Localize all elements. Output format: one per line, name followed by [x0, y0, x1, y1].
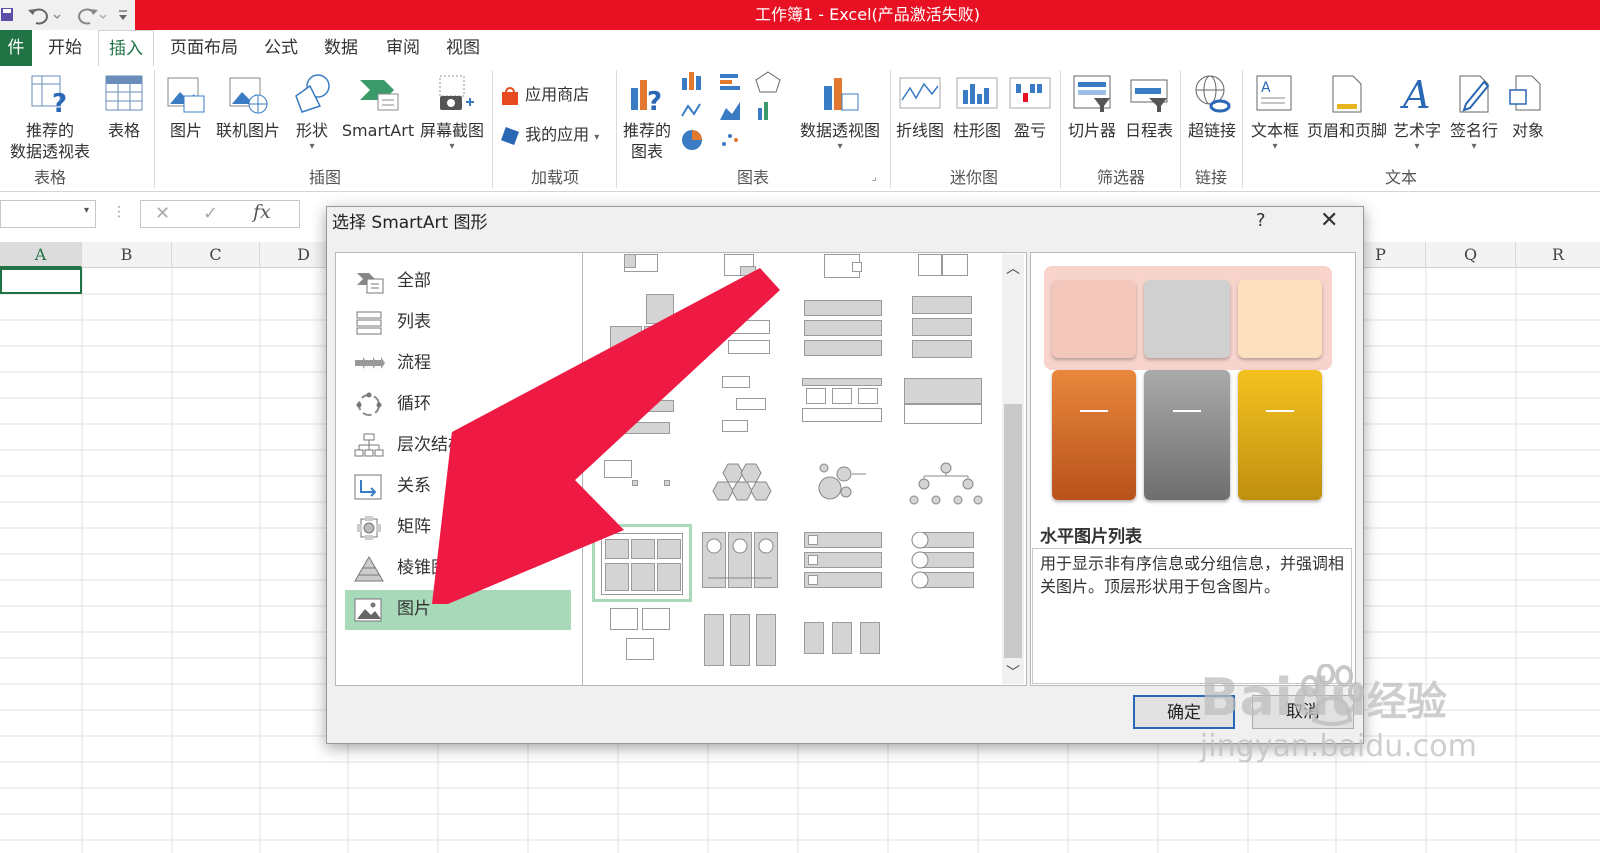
baidu-paw-icon [1301, 664, 1364, 726]
watermark-product: 经验 [1366, 679, 1447, 725]
watermark-url: jingyan.baidu.com [1200, 729, 1477, 764]
